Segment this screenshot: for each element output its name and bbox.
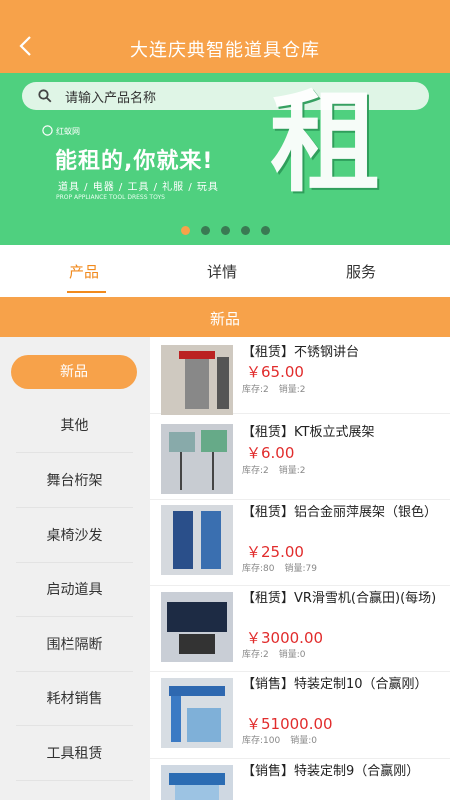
sidebar-item-stage-truss[interactable]: 舞台桁架	[16, 454, 133, 508]
product-name: 【销售】特装定制9（合赢刚）	[242, 764, 420, 779]
sidebar-item-consumables[interactable]: 耗材销售	[16, 672, 133, 726]
sidebar-item-fences[interactable]: 围栏隔断	[16, 618, 133, 672]
product-stock: 库存:2	[242, 466, 269, 476]
product-item[interactable]: 【销售】特装定制9（合赢刚）	[150, 759, 450, 800]
app: 大连庆典智能道具仓库 请输入产品名称 红蚁网 能租的,你就来! 道具 / 电器 …	[0, 0, 450, 800]
banner-big-character: 租	[270, 78, 380, 207]
product-sales: 销量:2	[278, 385, 306, 395]
product-image	[161, 678, 233, 748]
category-sidebar: 新品 其他 舞台桁架 桌椅沙发 启动道具 围栏隔断 耗材销售 工具租赁	[0, 337, 150, 800]
product-meta: 库存:2 销量:2	[242, 382, 316, 395]
product-meta: 库存:2 销量:2	[242, 463, 316, 476]
product-price: ￥25.00	[246, 543, 304, 561]
product-stock: 库存:2	[242, 650, 269, 660]
carousel-dot[interactable]	[181, 226, 190, 235]
product-item[interactable]: 【租赁】铝合金丽萍展架（银色） ￥25.00 库存:80 销量:79	[150, 500, 450, 586]
banner-categories-en: PROP APPLIANCE TOOL DRESS TOYS	[56, 194, 165, 201]
product-sales: 销量:0	[290, 736, 317, 746]
product-name: 【租赁】VR滑雪机(合赢田)(每场)	[242, 591, 437, 606]
brand-name: 红蚁网	[56, 127, 80, 136]
carousel-dot[interactable]	[261, 226, 270, 235]
product-image	[161, 592, 233, 662]
product-meta: 库存:80 销量:79	[242, 561, 327, 574]
carousel-dot[interactable]	[241, 226, 250, 235]
tab-service[interactable]: 服务	[346, 261, 376, 282]
section-header: 新品	[0, 297, 450, 337]
tab-bar: 产品 详情 服务	[0, 245, 450, 297]
sidebar-item-furniture[interactable]: 桌椅沙发	[16, 509, 133, 563]
product-price: ￥3000.00	[246, 629, 324, 647]
product-meta: 库存:2 销量:0	[242, 647, 316, 660]
tab-products[interactable]: 产品	[69, 261, 99, 282]
sidebar-item-other[interactable]: 其他	[16, 399, 133, 453]
header: 大连庆典智能道具仓库	[0, 0, 450, 73]
carousel-dot[interactable]	[201, 226, 210, 235]
banner-slogan: 能租的,你就来!	[55, 149, 214, 174]
product-sales: 销量:2	[278, 466, 306, 476]
product-image	[161, 765, 233, 800]
product-sales: 销量:79	[284, 564, 318, 574]
product-image	[161, 505, 233, 575]
search-placeholder: 请输入产品名称	[65, 91, 157, 106]
product-stock: 库存:80	[242, 564, 275, 574]
product-meta: 库存:100 销量:0	[242, 733, 327, 746]
product-list: 【租赁】不锈钢讲台 ￥65.00 库存:2 销量:2 【租赁】KT板立式展架 ￥6…	[150, 337, 450, 800]
product-price: ￥65.00	[246, 363, 304, 381]
product-stock: 库存:100	[242, 736, 281, 746]
product-price: ￥6.00	[246, 444, 295, 462]
banner-categories: 道具 / 电器 / 工具 / 礼服 / 玩具	[58, 182, 219, 193]
product-sales: 销量:0	[278, 650, 306, 660]
product-name: 【租赁】铝合金丽萍展架（银色）	[242, 505, 438, 520]
product-item[interactable]: 【销售】特装定制10（合赢刚） ￥51000.00 库存:100 销量:0	[150, 672, 450, 759]
search-icon	[38, 89, 52, 103]
banner[interactable]: 请输入产品名称 红蚁网 能租的,你就来! 道具 / 电器 / 工具 / 礼服 /…	[0, 73, 450, 245]
product-name: 【租赁】KT板立式展架	[242, 425, 375, 440]
sidebar-item-tool-rental[interactable]: 工具租赁	[16, 727, 133, 781]
page-title: 大连庆典智能道具仓库	[130, 40, 320, 61]
product-item[interactable]: 【租赁】不锈钢讲台 ￥65.00 库存:2 销量:2	[150, 337, 450, 415]
section-title: 新品	[209, 310, 240, 328]
sidebar-item-new[interactable]: 新品	[11, 355, 137, 389]
tab-details[interactable]: 详情	[207, 261, 237, 282]
product-item[interactable]: 【租赁】KT板立式展架 ￥6.00 库存:2 销量:2	[150, 414, 450, 500]
product-stock: 库存:2	[242, 385, 269, 395]
tab-active-indicator	[67, 291, 106, 293]
product-image	[161, 345, 233, 415]
sidebar-item-launch-props[interactable]: 启动道具	[16, 563, 133, 617]
product-image	[161, 424, 233, 494]
carousel-dot[interactable]	[221, 226, 230, 235]
brand-logo-icon	[42, 125, 53, 136]
product-item[interactable]: 【租赁】VR滑雪机(合赢田)(每场) ￥3000.00 库存:2 销量:0	[150, 586, 450, 672]
product-name: 【销售】特装定制10（合赢刚）	[242, 677, 428, 692]
product-price: ￥51000.00	[246, 715, 333, 733]
